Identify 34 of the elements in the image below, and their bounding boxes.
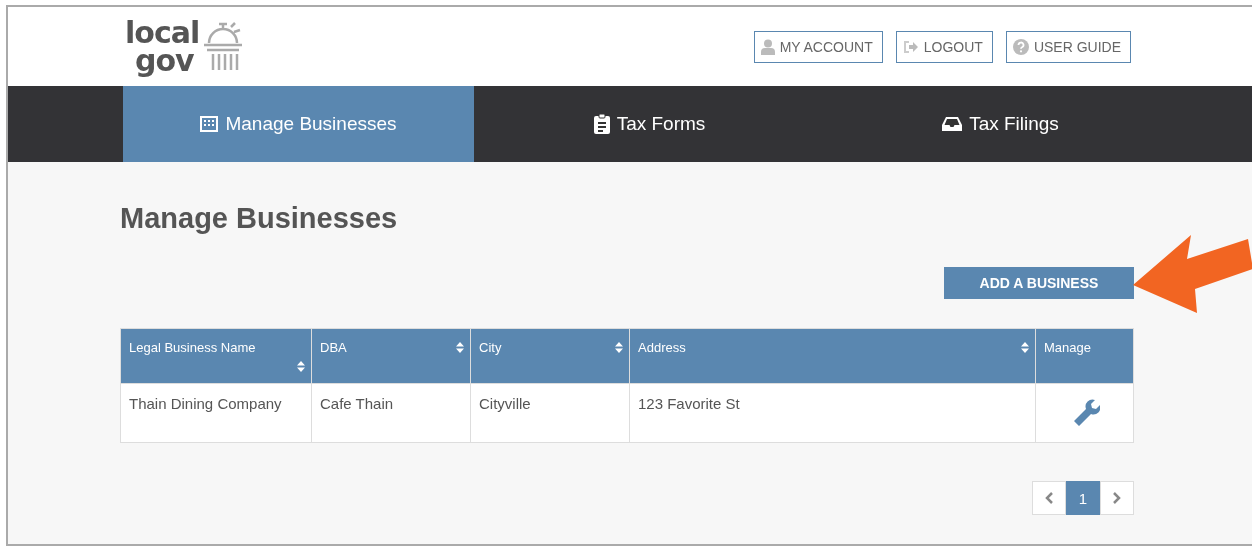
next-page-button[interactable]	[1100, 481, 1134, 515]
table-cell: Cityville	[470, 383, 630, 443]
logo-text: local	[125, 18, 200, 47]
nav-tab[interactable]: Tax Filings	[825, 86, 1176, 162]
header-link[interactable]: USER GUIDE	[1005, 30, 1131, 63]
add-business-button[interactable]: ADD A BUSINESS	[944, 267, 1134, 299]
column-header[interactable]: DBA	[311, 328, 471, 384]
user-icon	[760, 38, 775, 55]
column-header[interactable]: Legal Business Name	[120, 328, 312, 384]
table-cell: 123 Favorite St	[629, 383, 1036, 443]
chevron-right-icon	[1113, 492, 1121, 504]
column-header: Manage	[1035, 328, 1134, 384]
help-icon	[1012, 38, 1029, 55]
chevron-left-icon	[1045, 492, 1053, 504]
sort-icon[interactable]	[615, 341, 623, 354]
page-button[interactable]: 1	[1066, 481, 1100, 515]
logout-icon	[902, 39, 919, 54]
clipboard-icon	[593, 114, 610, 134]
header-link[interactable]: MY ACCOUNT	[753, 30, 883, 63]
nav-tab[interactable]: Manage Businesses	[123, 86, 474, 162]
table-cell: Cafe Thain	[311, 383, 471, 443]
sort-icon[interactable]	[456, 341, 464, 354]
table-cell: Thain Dining Company	[120, 383, 312, 443]
inbox-icon	[942, 116, 963, 132]
nav-tab[interactable]: Tax Forms	[474, 86, 825, 162]
page-title: Manage Businesses	[120, 202, 399, 235]
logo-text: gov	[135, 46, 194, 75]
building-icon	[200, 116, 219, 132]
column-header[interactable]: Address	[629, 328, 1036, 384]
column-header[interactable]: City	[470, 328, 630, 384]
header-link[interactable]: LOGOUT	[895, 30, 993, 63]
sort-icon[interactable]	[1021, 341, 1029, 354]
sort-icon[interactable]	[297, 360, 305, 373]
previous-page-button[interactable]	[1032, 481, 1066, 515]
